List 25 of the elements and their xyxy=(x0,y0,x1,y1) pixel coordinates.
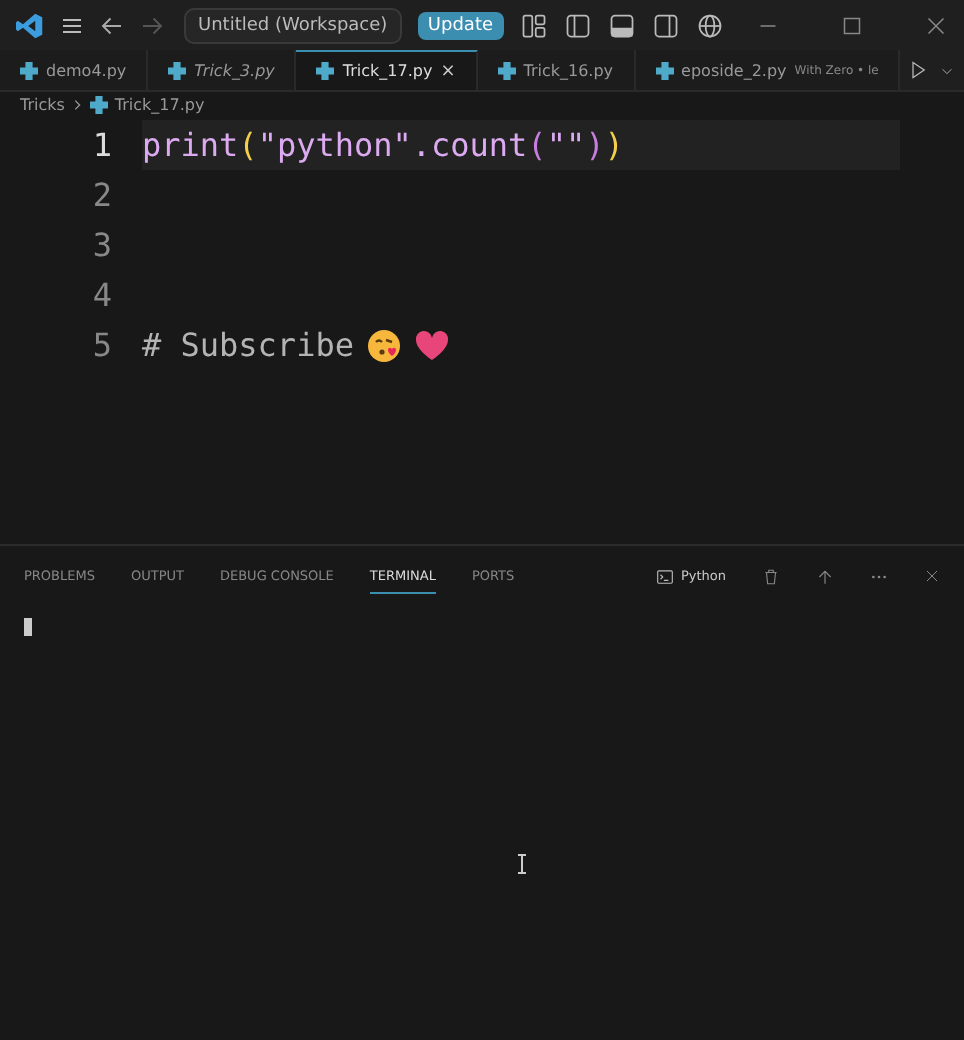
editor-tab[interactable]: Trick_17.py × xyxy=(296,50,478,90)
line-number: 1 xyxy=(90,126,114,164)
code-token: # Subscribe xyxy=(142,326,354,364)
code-token: ( xyxy=(527,126,547,164)
close-tab-button[interactable]: × xyxy=(440,61,456,81)
code-token: .count xyxy=(411,126,528,164)
code-token: ) xyxy=(585,126,605,164)
search-field[interactable]: Untitled (Workspace) xyxy=(184,7,402,43)
code-token: "" xyxy=(546,126,586,164)
line-number: 3 xyxy=(90,226,114,264)
breadcrumb-file[interactable]: Trick_17.py xyxy=(114,95,205,113)
line-number: 5 xyxy=(90,326,114,364)
tab-label: Trick_17.py xyxy=(342,62,433,80)
tab-label: demo4.py xyxy=(46,61,127,79)
update-button[interactable]: Update xyxy=(417,11,504,39)
code-token: print xyxy=(142,126,239,164)
tab-label: Trick_3.py xyxy=(194,61,275,79)
line-number: 4 xyxy=(90,276,114,314)
tab-label: Trick_16.py xyxy=(523,61,614,79)
line-number: 2 xyxy=(90,176,114,214)
code-token: ) xyxy=(604,126,624,164)
code-token: "python" xyxy=(257,126,412,164)
tab-label: eposide_2.py xyxy=(681,61,787,79)
code-token: ( xyxy=(238,126,258,164)
breadcrumb-folder[interactable]: Tricks xyxy=(20,95,65,113)
